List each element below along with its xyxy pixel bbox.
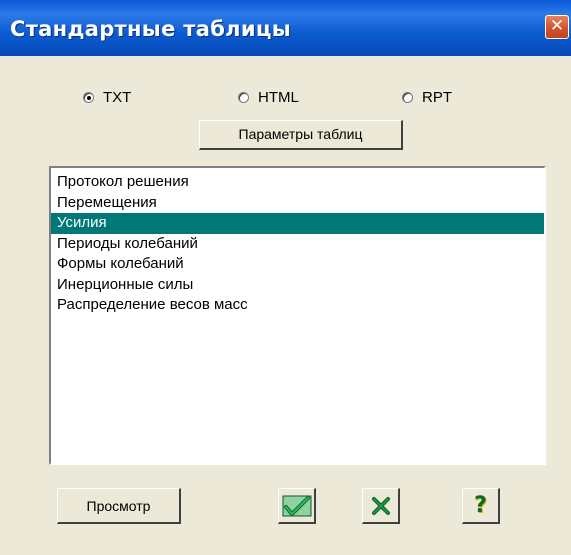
help-icon: ?: [474, 493, 487, 518]
radio-txt-label: TXT: [103, 88, 132, 106]
radio-rpt[interactable]: RPT: [402, 88, 452, 106]
radio-html-label: HTML: [258, 88, 299, 106]
view-button[interactable]: Просмотр: [57, 488, 181, 524]
close-button[interactable]: ✕: [545, 15, 569, 39]
list-item[interactable]: Протокол решения: [51, 172, 544, 193]
check-icon: [282, 494, 312, 518]
radio-button-icon: [83, 91, 94, 103]
x-icon: [370, 495, 392, 517]
radio-button-icon: [402, 91, 413, 103]
list-item[interactable]: Распределение весов масс: [51, 295, 544, 316]
table-params-button[interactable]: Параметры таблиц: [199, 120, 403, 150]
cancel-button[interactable]: [362, 488, 400, 524]
list-item-selected[interactable]: Усилия: [51, 213, 544, 234]
title-bar: Стандартные таблицы ✕: [0, 0, 571, 56]
list-item[interactable]: Перемещения: [51, 193, 544, 214]
help-button[interactable]: ?: [462, 488, 500, 524]
tables-listbox[interactable]: Протокол решения Перемещения Усилия Пери…: [49, 166, 546, 465]
list-item[interactable]: Инерционные силы: [51, 275, 544, 296]
list-item[interactable]: Периоды колебаний: [51, 234, 544, 255]
list-item[interactable]: Формы колебаний: [51, 254, 544, 275]
radio-txt[interactable]: TXT: [83, 88, 131, 106]
radio-button-icon: [238, 91, 249, 103]
window-title: Стандартные таблицы: [10, 17, 292, 41]
ok-button[interactable]: [278, 488, 316, 524]
radio-rpt-label: RPT: [422, 88, 452, 106]
radio-html[interactable]: HTML: [238, 88, 299, 106]
close-icon: ✕: [549, 16, 565, 36]
